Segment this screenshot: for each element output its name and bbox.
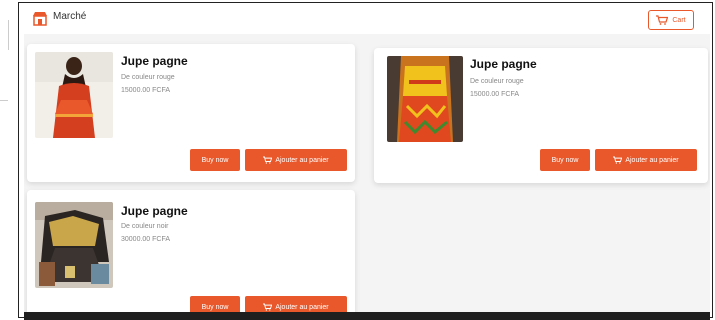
top-header: Marché Cart	[24, 4, 710, 34]
add-to-cart-label: Ajouter au panier	[275, 156, 329, 164]
product-price: 30000.00 FCFA	[121, 236, 171, 243]
product-description: De couleur rouge	[470, 78, 524, 85]
product-card: Jupe pagne De couleur rouge 15000.00 FCF…	[374, 48, 708, 183]
taskbar	[24, 312, 710, 320]
cart-button[interactable]: Cart	[648, 10, 694, 30]
buy-now-label: Buy now	[201, 156, 229, 164]
cart-icon	[263, 156, 273, 164]
app-window: Marché Cart Jupe pagne De couleur rouge …	[24, 4, 710, 314]
product-title: Jupe pagne	[121, 204, 188, 218]
add-to-cart-label: Ajouter au panier	[275, 303, 329, 311]
product-title: Jupe pagne	[470, 57, 537, 71]
add-to-cart-label: Ajouter au panier	[625, 156, 679, 164]
cart-icon	[613, 156, 623, 164]
product-description: De couleur noir	[121, 223, 169, 230]
product-image[interactable]	[35, 52, 113, 138]
product-title: Jupe pagne	[121, 54, 188, 68]
store-icon[interactable]	[32, 10, 48, 26]
product-image[interactable]	[387, 56, 463, 142]
buy-now-button[interactable]: Buy now	[190, 149, 240, 171]
buy-now-button[interactable]: Buy now	[540, 149, 590, 171]
product-card: Jupe pagne De couleur noir 30000.00 FCFA…	[27, 190, 355, 314]
cart-icon	[263, 303, 273, 311]
left-edge-mark	[0, 20, 9, 50]
add-to-cart-button[interactable]: Ajouter au panier	[595, 149, 697, 171]
cart-label: Cart	[672, 16, 686, 24]
left-edge-tick	[0, 100, 8, 101]
app-title: Marché	[53, 11, 87, 22]
buy-now-label: Buy now	[551, 156, 579, 164]
product-card: Jupe pagne De couleur rouge 15000.00 FCF…	[27, 44, 355, 182]
product-price: 15000.00 FCFA	[470, 91, 520, 98]
product-image[interactable]	[35, 202, 113, 288]
product-description: De couleur rouge	[121, 74, 175, 81]
buy-now-label: Buy now	[201, 303, 229, 311]
cart-icon	[656, 15, 669, 25]
add-to-cart-button[interactable]: Ajouter au panier	[245, 149, 347, 171]
product-price: 15000.00 FCFA	[121, 87, 171, 94]
